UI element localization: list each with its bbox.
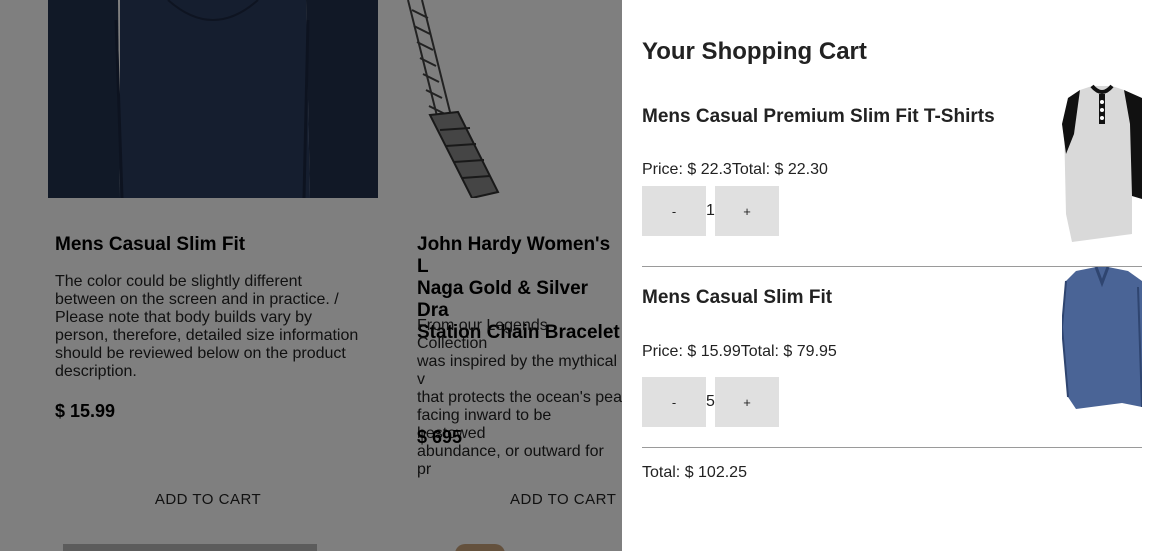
cart-title: Your Shopping Cart	[642, 38, 867, 65]
cart-item: Mens Casual Premium Slim Fit T-Shirts Pr…	[642, 84, 1142, 286]
decrease-quantity-button[interactable]: -	[642, 186, 706, 236]
cart-item-price-line: Price: $ 15.99Total: $ 79.95	[642, 343, 837, 361]
cart-item-image-henley	[1062, 84, 1142, 244]
cart-item-name: Mens Casual Slim Fit	[642, 287, 833, 308]
cart-item-price: Price: $ 15.99	[642, 343, 741, 360]
quantity-value: 1	[706, 202, 715, 219]
increase-quantity-button[interactable]: +	[715, 377, 779, 427]
quantity-value: 5	[706, 393, 715, 410]
cart-divider	[642, 447, 1142, 448]
shopping-cart-panel: Your Shopping Cart Mens Casual Premium S…	[622, 0, 1149, 551]
decrease-quantity-button[interactable]: -	[642, 377, 706, 427]
cart-item-total: Total: $ 79.95	[740, 343, 837, 360]
cart-item-price-line: Price: $ 22.3Total: $ 22.30	[642, 161, 828, 179]
cart-item-image-blue-shirt	[1062, 267, 1142, 417]
cart-item: Mens Casual Slim Fit Price: $ 15.99Total…	[642, 267, 1142, 467]
increase-quantity-button[interactable]: +	[715, 186, 779, 236]
cart-grand-total: Total: $ 102.25	[642, 464, 747, 481]
cart-item-total: Total: $ 22.30	[731, 161, 828, 178]
cart-item-name: Mens Casual Premium Slim Fit T-Shirts	[642, 106, 995, 127]
cart-item-price: Price: $ 22.3	[642, 161, 732, 178]
